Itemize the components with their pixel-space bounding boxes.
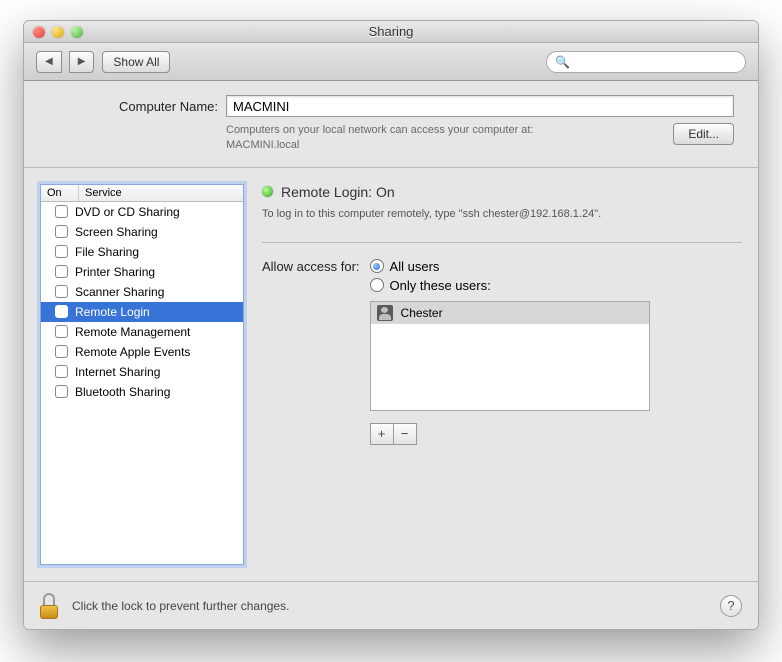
user-row[interactable]: Chester — [371, 302, 649, 324]
search-input[interactable] — [576, 54, 737, 70]
main-area: On Service DVD or CD Sharing Screen Shari… — [24, 168, 758, 581]
service-label: Bluetooth Sharing — [75, 385, 170, 399]
lock-text: Click the lock to prevent further change… — [72, 599, 289, 613]
edit-button[interactable]: Edit... — [673, 123, 734, 145]
service-label: Screen Sharing — [75, 225, 158, 239]
service-checkbox[interactable] — [55, 265, 68, 278]
service-checkbox[interactable] — [55, 345, 68, 358]
radio-all-users[interactable]: All users — [370, 259, 650, 274]
status-led-icon — [262, 186, 273, 197]
computer-name-field[interactable] — [226, 95, 734, 117]
service-row[interactable]: Remote Apple Events — [41, 342, 243, 362]
service-row[interactable]: Remote Login — [41, 302, 243, 322]
divider — [262, 242, 742, 243]
service-checkbox[interactable] — [55, 205, 68, 218]
computer-name-label: Computer Name: — [88, 99, 218, 114]
service-row[interactable]: Printer Sharing — [41, 262, 243, 282]
search-field[interactable]: 🔍 — [546, 51, 746, 73]
status-title: Remote Login: On — [281, 184, 395, 200]
service-label: File Sharing — [75, 245, 139, 259]
service-label: Printer Sharing — [75, 265, 155, 279]
login-instruction: To log in to this computer remotely, typ… — [262, 208, 742, 220]
users-list[interactable]: Chester — [370, 301, 650, 411]
service-label: Remote Management — [75, 325, 190, 339]
back-icon: ◀ — [45, 56, 53, 67]
user-icon — [377, 305, 393, 321]
access-label: Allow access for: — [262, 259, 360, 274]
radio-only-label: Only these users: — [390, 278, 491, 293]
computer-name-section: Computer Name: Computers on your local n… — [24, 81, 758, 168]
user-name: Chester — [401, 306, 443, 320]
window-title: Sharing — [24, 24, 758, 39]
toolbar: ◀ ▶ Show All 🔍 — [24, 43, 758, 81]
search-icon: 🔍 — [555, 55, 570, 69]
service-row[interactable]: Screen Sharing — [41, 222, 243, 242]
prefs-window: Sharing ◀ ▶ Show All 🔍 Computer Name: Co… — [23, 20, 759, 630]
service-checkbox[interactable] — [55, 245, 68, 258]
service-label: Internet Sharing — [75, 365, 160, 379]
service-checkbox[interactable] — [55, 385, 68, 398]
footer: Click the lock to prevent further change… — [24, 581, 758, 629]
remove-user-button[interactable]: − — [393, 423, 417, 445]
col-service: Service — [79, 185, 243, 201]
radio-dot-icon — [370, 278, 384, 292]
computer-name-hint1: Computers on your local network can acce… — [226, 123, 665, 138]
service-checkbox[interactable] — [55, 225, 68, 238]
add-user-button[interactable]: + — [370, 423, 394, 445]
service-checkbox[interactable] — [55, 325, 68, 338]
computer-name-hint2: MACMINI.local — [226, 138, 665, 153]
forward-icon: ▶ — [78, 56, 86, 67]
service-detail: Remote Login: On To log in to this compu… — [262, 184, 742, 565]
lock-icon[interactable] — [40, 593, 62, 619]
titlebar: Sharing — [24, 21, 758, 43]
service-checkbox[interactable] — [55, 305, 68, 318]
service-label: DVD or CD Sharing — [75, 205, 180, 219]
forward-button[interactable]: ▶ — [69, 51, 95, 73]
radio-all-label: All users — [390, 259, 440, 274]
services-list[interactable]: On Service DVD or CD Sharing Screen Shari… — [40, 184, 244, 565]
show-all-button[interactable]: Show All — [102, 51, 170, 73]
col-on: On — [41, 185, 79, 201]
service-row[interactable]: Internet Sharing — [41, 362, 243, 382]
service-row[interactable]: Remote Management — [41, 322, 243, 342]
services-header: On Service — [41, 185, 243, 202]
service-label: Remote Login — [75, 305, 150, 319]
service-checkbox[interactable] — [55, 285, 68, 298]
service-row[interactable]: Bluetooth Sharing — [41, 382, 243, 402]
radio-dot-icon — [370, 259, 384, 273]
service-row[interactable]: DVD or CD Sharing — [41, 202, 243, 222]
service-row[interactable]: Scanner Sharing — [41, 282, 243, 302]
service-checkbox[interactable] — [55, 365, 68, 378]
service-row[interactable]: File Sharing — [41, 242, 243, 262]
back-button[interactable]: ◀ — [36, 51, 62, 73]
help-button[interactable]: ? — [720, 595, 742, 617]
radio-only-users[interactable]: Only these users: — [370, 278, 650, 293]
service-label: Remote Apple Events — [75, 345, 190, 359]
service-label: Scanner Sharing — [75, 285, 164, 299]
